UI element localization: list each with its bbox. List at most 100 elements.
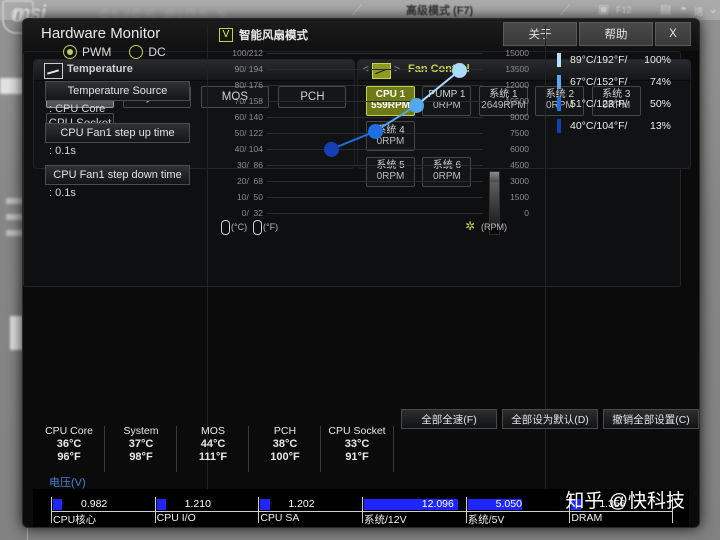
step-down-time-button[interactable]: CPU Fan1 step down time: [45, 165, 190, 185]
all-full-speed-button[interactable]: 全部全速(F): [401, 409, 497, 429]
chart-y-tick-temp: 100/212: [232, 48, 263, 58]
sensor-celsius: 33°C: [344, 438, 370, 450]
smart-fan-mode-checkbox[interactable]: V 智能风扇模式: [219, 27, 308, 43]
action-buttons: 全部全速(F) 全部设为默认(D) 撤销全部设置(C): [401, 409, 699, 429]
radio-dc-label: DC: [148, 45, 166, 59]
sensor-fahrenheit: 91°F: [345, 451, 369, 463]
chart-y-tick-rpm: 10500: [505, 96, 529, 106]
voltage-name: DRAM: [571, 512, 603, 524]
all-default-button[interactable]: 全部设为默认(D): [502, 409, 598, 429]
hardware-monitor-dialog: Hardware Monitor 关于 帮助 X Temperature CPU…: [22, 18, 700, 528]
radio-dc[interactable]: DC: [129, 45, 166, 59]
chart-y-tick-temp: 90/ 194: [234, 64, 263, 74]
voltage-item: 1.210 CPU I/O: [154, 497, 259, 525]
chart-y-tick-temp: 30/ 86: [237, 160, 263, 170]
radio-pwm[interactable]: PWM: [63, 45, 111, 59]
voltage-value: 1.210: [184, 498, 211, 510]
voltage-tick: [362, 497, 363, 523]
chart-gridline: [267, 213, 483, 214]
chart-y-tick-temp: 70/ 158: [234, 96, 263, 106]
sensor-cell: PCH 38°C 100°F: [249, 425, 321, 473]
sensor-cell: System 37°C 98°F: [105, 425, 177, 473]
step-up-time-value: : 0.1s: [49, 145, 76, 157]
sensor-fahrenheit: 111°F: [198, 451, 228, 463]
sensor-readouts: CPU Core 36°C 96°F System 37°C 98°F MOS 44°C 111…: [33, 425, 394, 473]
sensor-name: PCH: [273, 425, 297, 437]
voltage-value: 1.202: [288, 498, 315, 510]
sensor-cell: CPU Core 36°C 96°F: [33, 425, 105, 473]
curve-point-2[interactable]: [367, 123, 383, 139]
temperature-chart-icon: [44, 63, 63, 79]
voltage-tick: [465, 497, 467, 523]
voltage-name: CPU核心: [53, 514, 97, 526]
voltage-bar: [53, 499, 62, 510]
chart-y-tick-rpm: 4500: [510, 160, 529, 170]
chart-y-tick-temp: 10/ 50: [237, 192, 263, 202]
voltage-tick: [154, 497, 156, 523]
legend-color-swatch: [557, 97, 561, 111]
legend-row: 51°C/123°F/50%: [557, 93, 673, 115]
sensor-name: System: [123, 425, 159, 437]
smart-fan-mode-label: 智能风扇模式: [239, 30, 308, 42]
slider-knob[interactable]: [490, 172, 499, 182]
sensor-fahrenheit: 96°F: [57, 451, 81, 463]
watermark: 知乎 @快科技: [565, 491, 685, 512]
thermometer-fahrenheit-icon: [253, 220, 262, 235]
sensor-cell: MOS 44°C 111°F: [177, 425, 249, 473]
chart-y-tick-temp: 80/ 176: [234, 80, 263, 90]
chart-units-row: (°C) (°F) ✲ (RPM): [219, 219, 535, 235]
legend-row: 40°C/104°F/13%: [557, 115, 673, 137]
voltage-name: 系统/12V: [364, 514, 407, 526]
chart-plot-area[interactable]: 100/212 15000 90/ 194 13500 80/ 176 12000 70/ …: [232, 48, 529, 218]
sensor-name: MOS: [201, 425, 225, 437]
voltage-item: 5.050 系统/5V: [465, 497, 570, 526]
radio-pwm-circle-icon: [63, 45, 77, 59]
undo-all-button[interactable]: 撤销全部设置(C): [603, 409, 699, 429]
legend-percent-label: 100%: [644, 54, 671, 66]
chart-y-tick-temp: 0/ 32: [241, 208, 263, 218]
chart-y-tick-rpm: 12000: [505, 80, 529, 90]
voltage-section-label: 电压(V): [49, 477, 86, 489]
voltage-item: 0.982 CPU核心: [51, 497, 155, 526]
fan-curve-legend: 89°C/192°F/100% 67°C/152°F/74% 51°C/123°F/…: [557, 49, 673, 137]
legend-temp-label: 89°C/192°F/: [570, 54, 628, 66]
legend-temp-label: 67°C/152°F/: [570, 76, 628, 88]
sensor-celsius: 38°C: [272, 438, 298, 450]
chart-y-tick-temp: 20/ 68: [237, 176, 263, 186]
voltage-name: CPU I/O: [156, 512, 196, 524]
celsius-unit-label: (°C): [231, 222, 248, 232]
chart-y-tick-temp: 60/ 140: [234, 112, 263, 122]
legend-percent-label: 74%: [649, 76, 671, 88]
sensor-name: CPU Socket: [328, 425, 386, 437]
radio-pwm-label: PWM: [82, 45, 112, 59]
sensor-name: CPU Core: [45, 425, 93, 437]
chart-y-tick-rpm: 6000: [510, 144, 529, 154]
legend-color-swatch: [557, 119, 561, 133]
thermometer-celsius-icon: [221, 220, 230, 235]
voltage-value: 0.982: [81, 498, 108, 510]
fan-curve-chart: V 智能风扇模式 100/212 15000 90/ 194 13500 80/ 176…: [219, 28, 535, 241]
sensor-cell: CPU Socket 33°C 91°F: [321, 425, 394, 473]
fan-mode-radios: PWM DC: [63, 45, 166, 59]
legend-row: 89°C/192°F/100%: [557, 49, 673, 71]
sensor-fahrenheit: 100°F: [270, 451, 300, 463]
chart-y-tick-rpm: 7500: [510, 128, 529, 138]
fahrenheit-unit-label: (°F): [263, 222, 279, 232]
legend-color-swatch: [557, 75, 561, 89]
legend-temp-label: 51°C/123°F/: [570, 98, 628, 110]
curve-point-4[interactable]: [451, 63, 467, 79]
voltage-value: 12.096: [421, 498, 454, 510]
legend-temp-label: 40°C/104°F/: [570, 120, 628, 132]
fan-icon: ✲: [465, 219, 476, 233]
curve-point-1[interactable]: [324, 141, 340, 157]
voltage-tick: [258, 497, 260, 523]
step-up-time-button[interactable]: CPU Fan1 step up time: [45, 123, 190, 143]
temperature-source-button[interactable]: Temperature Source: [45, 81, 190, 101]
legend-percent-label: 50%: [649, 98, 671, 110]
chart-y-tick-rpm: 15000: [505, 48, 529, 58]
help-button[interactable]: 帮助: [579, 22, 653, 46]
voltage-item: 1.202 CPU SA: [258, 497, 362, 525]
curve-point-3[interactable]: [408, 98, 424, 114]
close-button[interactable]: X: [655, 22, 691, 46]
checkmark-icon: V: [219, 28, 233, 42]
